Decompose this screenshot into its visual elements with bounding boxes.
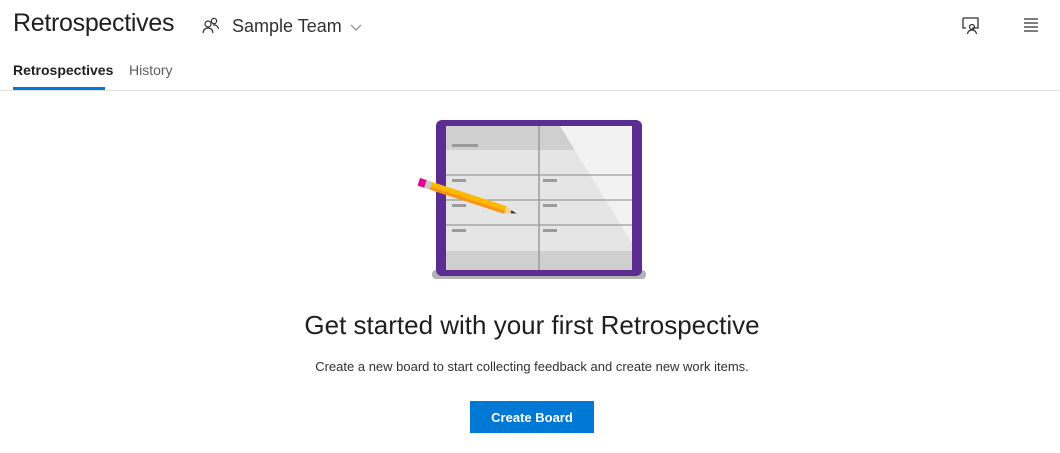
chevron-down-icon <box>350 24 362 31</box>
active-tab-indicator <box>13 87 105 90</box>
tab-bar: Retrospectives History <box>0 52 1060 91</box>
board-with-pencil-illustration <box>418 120 646 279</box>
app-header: Retrospectives Sample Team <box>0 0 1060 52</box>
app-title: Retrospectives <box>13 9 175 37</box>
feedback-button[interactable] <box>960 14 982 36</box>
menu-button[interactable] <box>1020 14 1042 36</box>
create-board-button[interactable]: Create Board <box>470 401 594 433</box>
team-name: Sample Team <box>232 15 342 36</box>
tab-retrospectives[interactable]: Retrospectives <box>13 62 113 78</box>
hamburger-menu-icon <box>1024 18 1038 32</box>
tab-history[interactable]: History <box>129 62 173 78</box>
person-chat-icon <box>962 17 979 35</box>
empty-state-headline: Get started with your first Retrospectiv… <box>304 310 760 340</box>
people-icon <box>202 17 220 34</box>
empty-state-description: Create a new board to start collecting f… <box>315 359 749 374</box>
team-picker[interactable]: Sample Team <box>202 13 362 39</box>
